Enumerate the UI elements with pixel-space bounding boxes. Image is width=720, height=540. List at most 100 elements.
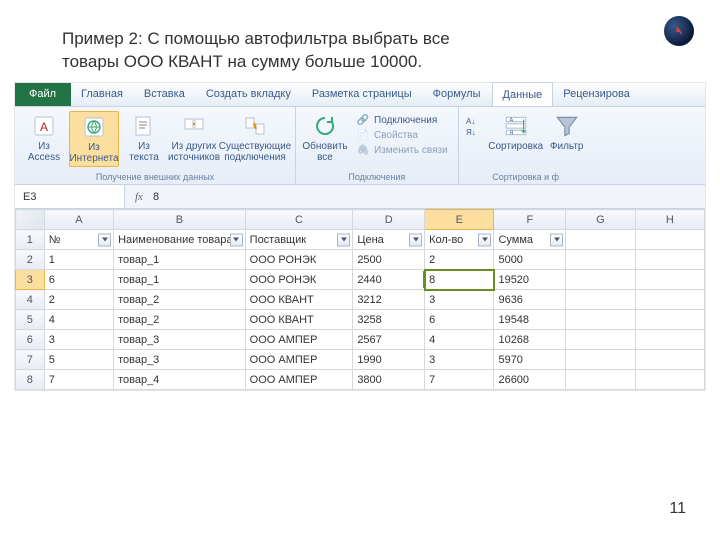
cell[interactable]: товар_3: [114, 330, 246, 350]
cell[interactable]: 9636: [494, 290, 566, 310]
row-header[interactable]: 6: [16, 330, 45, 350]
filter-btn-a[interactable]: [98, 233, 111, 246]
cell[interactable]: ООО КВАНТ: [245, 310, 353, 330]
cell[interactable]: [566, 310, 635, 330]
cell[interactable]: товар_1: [114, 270, 246, 290]
cell[interactable]: [635, 310, 704, 330]
cell[interactable]: 6: [425, 310, 494, 330]
fx-icon[interactable]: fx: [135, 191, 143, 203]
properties-button[interactable]: 📄Свойства: [356, 128, 448, 142]
formula-value[interactable]: 8: [153, 191, 159, 203]
filter-btn-f[interactable]: [550, 233, 563, 246]
cell-empty[interactable]: [566, 230, 635, 250]
row-1-header[interactable]: 1: [16, 230, 45, 250]
row-header[interactable]: 4: [16, 290, 45, 310]
cell[interactable]: ООО АМПЕР: [245, 350, 353, 370]
cell[interactable]: ООО АМПЕР: [245, 370, 353, 390]
cell[interactable]: товар_2: [114, 310, 246, 330]
cell[interactable]: 5000: [494, 250, 566, 270]
cell[interactable]: 4: [44, 310, 113, 330]
cell[interactable]: товар_3: [114, 350, 246, 370]
cell[interactable]: товар_2: [114, 290, 246, 310]
cell[interactable]: 2500: [353, 250, 425, 270]
edit-links-button[interactable]: 🖇Изменить связи: [356, 143, 448, 157]
cell[interactable]: 19548: [494, 310, 566, 330]
select-all-corner[interactable]: [16, 210, 45, 230]
cell[interactable]: [566, 270, 635, 290]
cell-empty[interactable]: [635, 230, 704, 250]
cell[interactable]: 4: [425, 330, 494, 350]
tab-layout[interactable]: Разметка страницы: [302, 83, 423, 106]
cell[interactable]: [566, 350, 635, 370]
existing-conn-button[interactable]: Существующие подключения: [219, 111, 291, 165]
cell[interactable]: товар_1: [114, 250, 246, 270]
col-G[interactable]: G: [566, 210, 635, 230]
from-access-button[interactable]: A Из Access: [19, 111, 69, 165]
cell[interactable]: 7: [44, 370, 113, 390]
tab-data[interactable]: Данные: [492, 82, 554, 106]
row-header[interactable]: 7: [16, 350, 45, 370]
cell[interactable]: 5970: [494, 350, 566, 370]
cell[interactable]: товар_4: [114, 370, 246, 390]
cell[interactable]: 7: [425, 370, 494, 390]
filter-btn-e[interactable]: [478, 233, 491, 246]
cell[interactable]: [635, 370, 704, 390]
cell[interactable]: 5: [44, 350, 113, 370]
cell[interactable]: [635, 330, 704, 350]
cell[interactable]: [635, 250, 704, 270]
cell[interactable]: ООО АМПЕР: [245, 330, 353, 350]
col-C[interactable]: C: [245, 210, 353, 230]
tab-insert[interactable]: Вставка: [134, 83, 196, 106]
cell[interactable]: [566, 370, 635, 390]
cell[interactable]: 2: [425, 250, 494, 270]
cell[interactable]: [566, 290, 635, 310]
row-header[interactable]: 8: [16, 370, 45, 390]
tab-review[interactable]: Рецензирова: [553, 83, 641, 106]
tab-create[interactable]: Создать вкладку: [196, 83, 302, 106]
cell[interactable]: ООО РОНЭК: [245, 270, 353, 290]
cell[interactable]: 3212: [353, 290, 425, 310]
row-header[interactable]: 5: [16, 310, 45, 330]
cell[interactable]: 10268: [494, 330, 566, 350]
from-text-button[interactable]: Из текста: [119, 111, 169, 165]
cell[interactable]: 8: [425, 270, 494, 290]
cell[interactable]: [566, 250, 635, 270]
filter-btn-b[interactable]: [230, 233, 243, 246]
az-sort-button[interactable]: А↓ Я↓: [463, 111, 487, 143]
cell[interactable]: 19520: [494, 270, 566, 290]
col-H[interactable]: H: [635, 210, 704, 230]
from-web-button[interactable]: Из Интернета: [69, 111, 119, 167]
row-header[interactable]: 3: [16, 270, 45, 290]
cell[interactable]: 1990: [353, 350, 425, 370]
tab-file[interactable]: Файл: [15, 83, 71, 106]
cell[interactable]: 3800: [353, 370, 425, 390]
filter-btn-c[interactable]: [337, 233, 350, 246]
filter-button[interactable]: Фильтр: [545, 111, 589, 154]
cell[interactable]: 1: [44, 250, 113, 270]
row-header[interactable]: 2: [16, 250, 45, 270]
refresh-button[interactable]: Обновить все: [300, 111, 350, 165]
col-B[interactable]: B: [114, 210, 246, 230]
cell[interactable]: 2567: [353, 330, 425, 350]
col-D[interactable]: D: [353, 210, 425, 230]
sort-button[interactable]: АЯ Сортировка: [487, 111, 545, 154]
cell[interactable]: [635, 290, 704, 310]
cell[interactable]: 3: [425, 290, 494, 310]
from-other-button[interactable]: Из других источников: [169, 111, 219, 165]
col-A[interactable]: A: [44, 210, 113, 230]
col-F[interactable]: F: [494, 210, 566, 230]
cell[interactable]: ООО КВАНТ: [245, 290, 353, 310]
cell[interactable]: [635, 270, 704, 290]
col-E[interactable]: E: [425, 210, 494, 230]
spreadsheet-grid[interactable]: A B C D E F G H 1 № Наименование товара …: [15, 209, 705, 390]
cell[interactable]: 26600: [494, 370, 566, 390]
filter-btn-d[interactable]: [409, 233, 422, 246]
cell[interactable]: 6: [44, 270, 113, 290]
cell[interactable]: [566, 330, 635, 350]
name-box[interactable]: E3: [15, 185, 125, 208]
tab-formulas[interactable]: Формулы: [423, 83, 492, 106]
tab-home[interactable]: Главная: [71, 83, 134, 106]
cell[interactable]: 2440: [353, 270, 425, 290]
cell[interactable]: 3: [44, 330, 113, 350]
cell[interactable]: [635, 350, 704, 370]
